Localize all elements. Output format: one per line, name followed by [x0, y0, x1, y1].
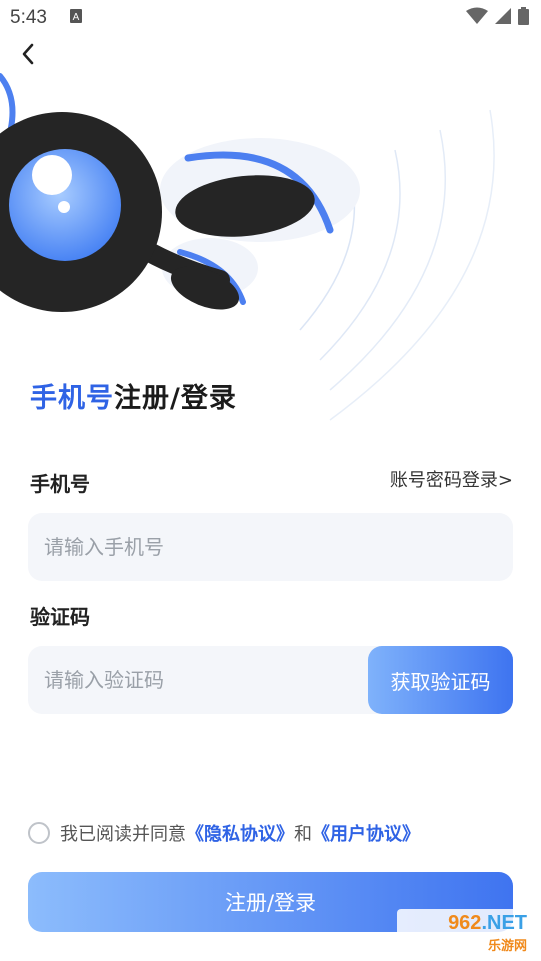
page-title: 手机号注册/登录 — [30, 376, 237, 415]
title-accent: 手机号 — [30, 383, 114, 414]
password-login-link[interactable]: 账号密码登录> — [390, 466, 513, 492]
code-input-box: 获取验证码 — [28, 646, 513, 714]
phone-input[interactable] — [28, 534, 366, 560]
watermark-top: 962.NET — [448, 913, 527, 933]
wifi-icon — [466, 7, 488, 30]
phone-input-box — [28, 513, 513, 581]
status-time: 5:43 — [10, 7, 47, 28]
watermark-net: .NET — [481, 911, 527, 934]
signal-icon — [494, 7, 512, 30]
agreement-row: 我已阅读并同意 《隐私协议》 和 《用户协议》 — [28, 820, 420, 846]
title-rest: 注册/登录 — [114, 383, 237, 414]
agreement-and: 和 — [294, 824, 312, 845]
watermark-logo: 962.NET 乐游网 — [397, 909, 533, 957]
svg-text:A: A — [73, 12, 80, 23]
notification-icon: A — [69, 8, 83, 29]
code-input[interactable] — [28, 667, 366, 693]
agree-checkbox[interactable] — [28, 822, 50, 844]
phone-label: 手机号 — [30, 472, 90, 496]
agreement-prefix: 我已阅读并同意 — [60, 824, 186, 845]
battery-icon — [518, 6, 529, 30]
code-label: 验证码 — [30, 605, 90, 629]
privacy-link[interactable]: 《隐私协议》 — [186, 820, 294, 846]
watermark-num: 962 — [448, 911, 482, 934]
user-agreement-link[interactable]: 《用户协议》 — [312, 820, 420, 846]
get-code-button[interactable]: 获取验证码 — [368, 646, 513, 714]
watermark-bottom: 乐游网 — [487, 938, 527, 954]
